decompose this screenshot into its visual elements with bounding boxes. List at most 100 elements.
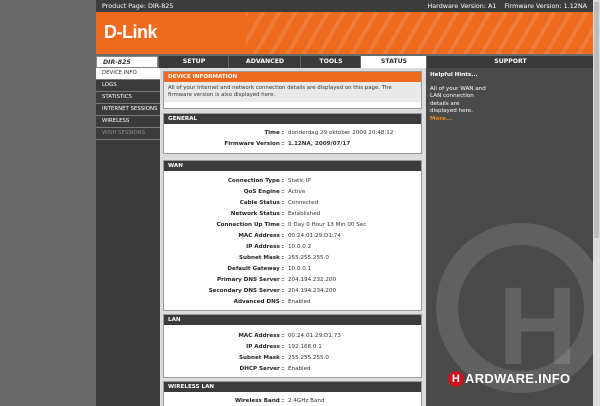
wan-row: Secondary DNS Server : 204.194.234.200 (164, 286, 421, 296)
wan-label: Network Status : (230, 211, 284, 217)
wireless-value: 2.4GHz Band (288, 398, 325, 404)
wan-label: Subnet Mask : (239, 255, 284, 261)
lan-row: DHCP Server : Enabled (164, 364, 421, 374)
header-banner: D-Link (96, 12, 593, 54)
lan-value: Enabled (288, 366, 311, 372)
tab-advanced[interactable]: ADVANCED (228, 56, 301, 68)
brand-h-icon: H (448, 370, 464, 387)
model-label: DIR-825 (96, 56, 158, 68)
firmware-label: Firmware Version : (224, 141, 284, 147)
wan-row: QoS Engine : Active (164, 187, 421, 197)
tab-tools[interactable]: TOOLS (300, 56, 361, 68)
wan-value: 00:24:01:29:D1:74 (288, 233, 341, 239)
nav-bar: DIR-825 SETUP ADVANCED TOOLS STATUS SUPP… (96, 56, 594, 68)
sidebar-item-logs[interactable]: LOGS (96, 80, 160, 92)
wan-row: Connection Type : Static IP (164, 176, 421, 186)
wan-label: Default Gateway : (227, 266, 284, 272)
device-info-title: DEVICE INFORMATION (164, 72, 421, 82)
sidebar-item-wireless[interactable]: WIRELESS (96, 116, 160, 128)
version-info: Hardware Version: A1 Firmware Version: 1… (427, 0, 587, 12)
wan-label: Connection Type : (227, 178, 284, 184)
row-time: Time : donderdag 29 oktober 2009 20:48:1… (164, 128, 421, 138)
wan-label: MAC Address : (238, 233, 284, 239)
dlink-logo: D-Link (104, 22, 158, 42)
time-value: donderdag 29 oktober 2009 20:48:12 (288, 130, 394, 136)
lan-title: LAN (164, 315, 421, 325)
row-firmware: Firmware Version : 1.12NA, 2009/07/17 (164, 139, 421, 149)
tab-support[interactable]: SUPPORT (426, 56, 594, 68)
banner-stripes (246, 12, 593, 54)
firmware-value: 1.12NA, 2009/07/17 (288, 141, 351, 147)
wan-value: Active (288, 189, 306, 195)
lan-row: IP Address : 192.168.0.1 (164, 342, 421, 352)
wan-label: Secondary DNS Server : (208, 288, 284, 294)
lan-value: 192.168.0.1 (288, 344, 322, 350)
main-content: DEVICE INFORMATION All of your Internet … (160, 68, 426, 406)
lan-label: IP Address : (246, 344, 284, 350)
wan-value: 0 Day 0 Hour 13 Min 00 Sec (288, 222, 367, 228)
time-label: Time : (264, 130, 284, 136)
wan-value: Enabled (288, 299, 311, 305)
lan-label: MAC Address : (238, 333, 284, 339)
sidebar-item-statistics[interactable]: STATISTICS (96, 92, 160, 104)
wireless-section: WIRELESS LAN Wireless Band : 2.4GHz Band (163, 381, 422, 406)
hints-text: All of your WAN and LAN connection detai… (430, 86, 486, 115)
scrollbar[interactable] (593, 0, 600, 406)
firmware-version-top: Firmware Version: 1.12NA (504, 2, 587, 10)
wan-section: WAN Connection Type : Static IP QoS Engin… (163, 160, 422, 311)
lan-value: 00:24:01:29:D1:73 (288, 333, 341, 339)
wan-label: Advanced DNS : (233, 299, 284, 305)
lan-label: DHCP Server : (239, 366, 284, 372)
top-info-bar: Product Page: DIR-825 Hardware Version: … (96, 0, 593, 12)
lan-row: MAC Address : 00:24:01:29:D1:73 (164, 331, 421, 341)
sidebar-item-wish-sessions[interactable]: WISH SESSIONS (96, 128, 160, 140)
wan-label: QoS Engine : (243, 189, 284, 195)
wireless-row: Wireless Band : 2.4GHz Band (164, 396, 421, 406)
wan-value: 10.0.0.2 (288, 244, 312, 250)
wan-value: 10.0.0.1 (288, 266, 312, 272)
device-info-box: DEVICE INFORMATION All of your Internet … (163, 71, 422, 109)
sidebar-item-internet-sessions[interactable]: INTERNET SESSIONS (96, 104, 160, 116)
sidebar: DEVICE INFO LOGS STATISTICS INTERNET SES… (96, 68, 160, 406)
wan-title: WAN (164, 161, 421, 171)
more-link[interactable]: More... (430, 116, 452, 122)
wan-row: Primary DNS Server : 204.194.232.200 (164, 275, 421, 285)
general-title: GENERAL (164, 114, 421, 124)
wan-row: Cable Status : Connected (164, 198, 421, 208)
wan-value: Established (288, 211, 321, 217)
wan-value: Static IP (288, 178, 311, 184)
wan-label: IP Address : (246, 244, 284, 250)
wan-label: Cable Status : (239, 200, 284, 206)
sidebar-item-device-info[interactable]: DEVICE INFO (96, 68, 160, 80)
wan-label: Connection Up Time : (216, 222, 284, 228)
wan-value: 204.194.234.200 (288, 288, 337, 294)
wan-row: Subnet Mask : 255.255.255.0 (164, 253, 421, 263)
lan-label: Subnet Mask : (239, 355, 284, 361)
wan-value: Connected (288, 200, 319, 206)
hints-title: Helpful Hints... (430, 72, 478, 78)
wan-row: Advanced DNS : Enabled (164, 297, 421, 307)
lan-row: Subnet Mask : 255.255.255.0 (164, 353, 421, 363)
watermark-circle: H (436, 223, 593, 393)
wan-row: IP Address : 10.0.0.2 (164, 242, 421, 252)
wan-row: Connection Up Time : 0 Day 0 Hour 13 Min … (164, 220, 421, 230)
wan-row: MAC Address : 00:24:01:29:D1:74 (164, 231, 421, 241)
scrollbar-thumb[interactable] (594, 2, 599, 238)
wireless-label: Wireless Band : (234, 398, 284, 404)
device-info-text: All of your Internet and network connect… (164, 82, 421, 102)
helpful-hints-panel: H Helpful Hints... All of your WAN and L… (426, 68, 593, 406)
tab-setup[interactable]: SETUP (158, 56, 229, 68)
hardware-info-watermark: H ARDWARE.INFO (448, 370, 570, 387)
hardware-version: Hardware Version: A1 (427, 2, 497, 10)
tab-status[interactable]: STATUS (360, 56, 427, 68)
brand-text: ARDWARE.INFO (465, 371, 571, 387)
wireless-title: WIRELESS LAN (164, 382, 421, 392)
product-page-label: Product Page: DIR-825 (102, 2, 174, 10)
lan-value: 255.255.255.0 (288, 355, 329, 361)
wan-row: Default Gateway : 10.0.0.1 (164, 264, 421, 274)
wan-row: Network Status : Established (164, 209, 421, 219)
wan-value: 204.194.232.200 (288, 277, 337, 283)
lan-section: LAN MAC Address : 00:24:01:29:D1:73 IP Ad… (163, 314, 422, 378)
wan-value: 255.255.255.0 (288, 255, 329, 261)
general-section: GENERAL Time : donderdag 29 oktober 2009… (163, 113, 422, 154)
